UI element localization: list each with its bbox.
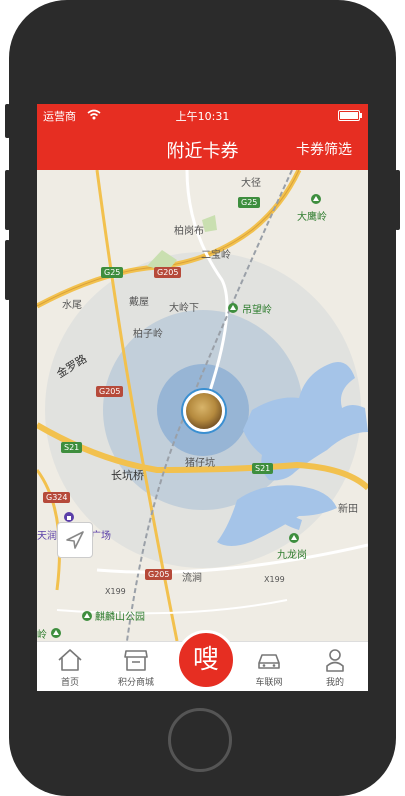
map-label-changkengqiao: 长坑桥 [111, 469, 144, 482]
road-shield-g205: G205 [145, 569, 173, 580]
app-screen: 运营商 上午10:31 附近卡券 卡券筛选 大径 柏岗布 大鹰岭 二宝岭 水尾 … [37, 104, 368, 691]
map-label-erbaoling: 二宝岭 [201, 250, 231, 261]
tab-label: 我的 [325, 678, 344, 688]
road-shield-g205: G205 [154, 267, 182, 278]
tab-store[interactable]: 积分商城 [103, 642, 169, 691]
mountain-icon [228, 303, 238, 313]
power-button [395, 170, 400, 230]
map-label-dajing: 大径 [241, 178, 261, 189]
tab-car-network[interactable]: 车联网 [236, 642, 302, 691]
center-action-button[interactable]: 嗖 [176, 630, 236, 690]
road-label-x199: X199 [105, 587, 126, 596]
map-label-guangchang: 广场 [91, 531, 111, 542]
car-icon [258, 654, 280, 669]
map-label-qilinshan: 麒麟山公园 [95, 612, 145, 623]
mountain-icon [51, 628, 61, 638]
road-label-x199: X199 [264, 575, 285, 584]
map-label-daiwu: 戴屋 [129, 297, 149, 308]
road-shield-g205: G205 [96, 386, 124, 397]
shopping-bag-icon [64, 512, 74, 522]
home-icon [58, 649, 82, 671]
map-label-baigangbu: 柏岗布 [174, 226, 204, 237]
mute-switch [5, 104, 10, 138]
status-bar: 运营商 上午10:31 [37, 104, 368, 126]
tab-label: 积分商城 [117, 678, 154, 688]
status-time: 上午10:31 [175, 110, 230, 123]
battery-icon [338, 110, 362, 121]
coupon-filter-button[interactable]: 卡券筛选 [296, 139, 352, 159]
map-label-dalingxia: 大岭下 [169, 303, 199, 314]
map-label-diaowangling: 吊望岭 [242, 305, 272, 316]
user-icon [326, 649, 344, 672]
map-label-tianrun: 天润 [37, 531, 57, 542]
road-shield-g25: G25 [238, 197, 261, 208]
home-button[interactable] [168, 708, 232, 772]
map-label-zhuzaikeng: 猪仔坑 [185, 458, 215, 469]
nav-bar: 附近卡券 卡券筛选 [37, 126, 368, 170]
map-label-xintian: 新田 [338, 504, 358, 515]
tab-home[interactable]: 首页 [37, 642, 103, 691]
map-label-shuiwei: 水尾 [62, 300, 82, 311]
mountain-icon [289, 533, 299, 543]
map-label-jiulonggang: 九龙岗 [277, 550, 307, 561]
volume-down-button [5, 240, 10, 300]
road-shield-s21: S21 [61, 442, 83, 453]
mountain-icon [311, 194, 321, 204]
map-label-baiziling: 柏子岭 [133, 329, 163, 340]
volume-up-button [5, 170, 10, 230]
user-avatar-marker[interactable] [183, 390, 225, 432]
road-shield-s21: S21 [252, 463, 274, 474]
road-shield-g25: G25 [101, 267, 124, 278]
navigation-arrow-icon [66, 531, 84, 549]
map-label-ling: 岭 [37, 630, 47, 641]
tab-me[interactable]: 我的 [302, 642, 368, 691]
road-shield-g324: G324 [43, 492, 71, 503]
locate-me-button[interactable] [57, 522, 93, 558]
store-icon [124, 650, 148, 671]
map-label-dayingling: 大鹰岭 [297, 212, 327, 223]
tab-label: 车联网 [255, 678, 283, 688]
mountain-icon [82, 611, 92, 621]
map-label-liujian: 流涧 [182, 573, 202, 584]
map-view[interactable]: 大径 柏岗布 大鹰岭 二宝岭 水尾 戴屋 大岭下 吊望岭 柏子岭 金罗路 猪仔坑… [37, 170, 368, 641]
tab-label: 首页 [60, 678, 79, 688]
